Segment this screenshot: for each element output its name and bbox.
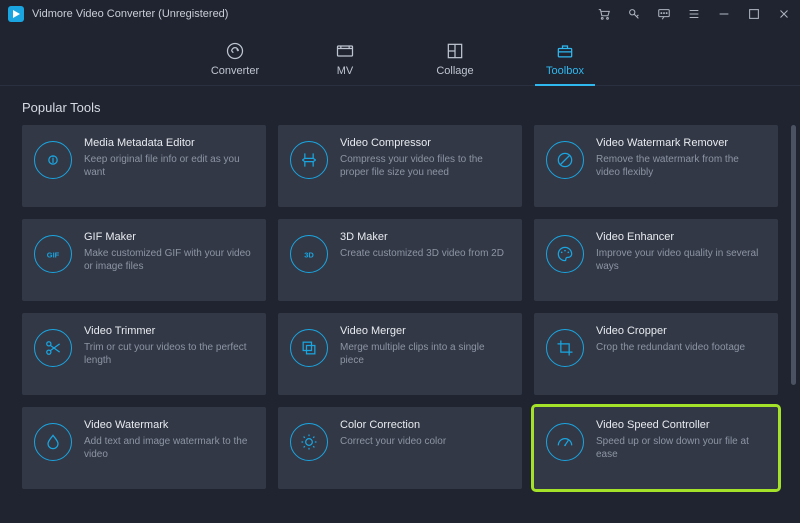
main-tabs: Converter MV Collage Toolbox (0, 28, 800, 86)
tool-text: Video Trimmer Trim or cut your videos to … (84, 325, 252, 383)
close-icon[interactable] (776, 6, 792, 22)
tool-desc: Make customized GIF with your video or i… (84, 247, 252, 273)
tool-desc: Crop the redundant video footage (596, 341, 764, 354)
tab-label: Collage (436, 65, 473, 77)
drop-icon (34, 423, 72, 461)
mv-icon (335, 41, 355, 61)
tool-desc: Merge multiple clips into a single piece (340, 341, 508, 367)
collage-icon (445, 41, 465, 61)
maximize-icon[interactable] (746, 6, 762, 22)
converter-icon (225, 41, 245, 61)
tool-text: Video Cropper Crop the redundant video fo… (596, 325, 764, 383)
gif-icon (34, 235, 72, 273)
tool-title: Video Compressor (340, 137, 508, 149)
sun-icon (290, 423, 328, 461)
merge-icon (290, 329, 328, 367)
tool-title: Video Cropper (596, 325, 764, 337)
tab-collage[interactable]: Collage (425, 41, 485, 85)
cart-icon[interactable] (596, 6, 612, 22)
tool-desc: Correct your video color (340, 435, 508, 448)
tool-desc: Remove the watermark from the video flex… (596, 153, 764, 179)
palette-icon (546, 235, 584, 273)
tool-title: Video Enhancer (596, 231, 764, 243)
tab-toolbox[interactable]: Toolbox (535, 41, 595, 85)
tool-text: Video Watermark Remover Remove the waterm… (596, 137, 764, 195)
tool-desc: Keep original file info or edit as you w… (84, 153, 252, 179)
tab-mv[interactable]: MV (315, 41, 375, 85)
tool-title: Color Correction (340, 419, 508, 431)
tab-label: Converter (211, 65, 259, 77)
tool-text: Video Speed Controller Speed up or slow d… (596, 419, 764, 477)
minimize-icon[interactable] (716, 6, 732, 22)
tool-card[interactable]: Video Compressor Compress your video file… (278, 125, 522, 207)
tool-title: GIF Maker (84, 231, 252, 243)
tool-text: Video Merger Merge multiple clips into a … (340, 325, 508, 383)
tool-desc: Speed up or slow down your file at ease (596, 435, 764, 461)
tool-card[interactable]: 3D Maker Create customized 3D video from … (278, 219, 522, 301)
crop-icon (546, 329, 584, 367)
tool-desc: Improve your video quality in several wa… (596, 247, 764, 273)
scrollbar[interactable] (791, 125, 796, 385)
speed-icon (546, 423, 584, 461)
feedback-icon[interactable] (656, 6, 672, 22)
toolbox-icon (555, 41, 575, 61)
tool-desc: Create customized 3D video from 2D (340, 247, 508, 260)
tool-card[interactable]: Video Merger Merge multiple clips into a … (278, 313, 522, 395)
section-title: Popular Tools (0, 86, 800, 125)
tab-converter[interactable]: Converter (205, 41, 265, 85)
tool-card[interactable]: Color Correction Correct your video color (278, 407, 522, 489)
tool-text: Video Compressor Compress your video file… (340, 137, 508, 195)
tool-card[interactable]: Video Enhancer Improve your video quality… (534, 219, 778, 301)
title-bar: Vidmore Video Converter (Unregistered) (0, 0, 800, 28)
tools-grid: Media Metadata Editor Keep original file … (22, 125, 782, 489)
tool-card[interactable]: Video Cropper Crop the redundant video fo… (534, 313, 778, 395)
tool-desc: Add text and image watermark to the vide… (84, 435, 252, 461)
tool-text: Media Metadata Editor Keep original file … (84, 137, 252, 195)
tool-desc: Compress your video files to the proper … (340, 153, 508, 179)
tool-card[interactable]: Media Metadata Editor Keep original file … (22, 125, 266, 207)
tab-label: MV (337, 65, 354, 77)
window-controls (596, 6, 792, 22)
tool-text: 3D Maker Create customized 3D video from … (340, 231, 508, 289)
tool-title: Video Merger (340, 325, 508, 337)
tool-card[interactable]: Video Watermark Add text and image waterm… (22, 407, 266, 489)
app-logo (8, 6, 24, 22)
key-icon[interactable] (626, 6, 642, 22)
tool-title: Media Metadata Editor (84, 137, 252, 149)
tool-title: Video Watermark Remover (596, 137, 764, 149)
tool-title: Video Watermark (84, 419, 252, 431)
tool-title: Video Trimmer (84, 325, 252, 337)
wm-remove-icon (546, 141, 584, 179)
tool-desc: Trim or cut your videos to the perfect l… (84, 341, 252, 367)
scissors-icon (34, 329, 72, 367)
tool-card[interactable]: GIF Maker Make customized GIF with your v… (22, 219, 266, 301)
tool-card[interactable]: Video Speed Controller Speed up or slow d… (534, 407, 778, 489)
menu-icon[interactable] (686, 6, 702, 22)
app-title: Vidmore Video Converter (Unregistered) (32, 8, 596, 20)
tool-title: 3D Maker (340, 231, 508, 243)
tool-text: Video Enhancer Improve your video quality… (596, 231, 764, 289)
tool-text: GIF Maker Make customized GIF with your v… (84, 231, 252, 289)
tool-text: Video Watermark Add text and image waterm… (84, 419, 252, 477)
tab-label: Toolbox (546, 65, 584, 77)
tools-area: Media Metadata Editor Keep original file … (0, 125, 800, 523)
3d-icon (290, 235, 328, 273)
info-icon (34, 141, 72, 179)
tool-card[interactable]: Video Trimmer Trim or cut your videos to … (22, 313, 266, 395)
tool-text: Color Correction Correct your video color (340, 419, 508, 477)
tool-title: Video Speed Controller (596, 419, 764, 431)
tool-card[interactable]: Video Watermark Remover Remove the waterm… (534, 125, 778, 207)
compress-icon (290, 141, 328, 179)
